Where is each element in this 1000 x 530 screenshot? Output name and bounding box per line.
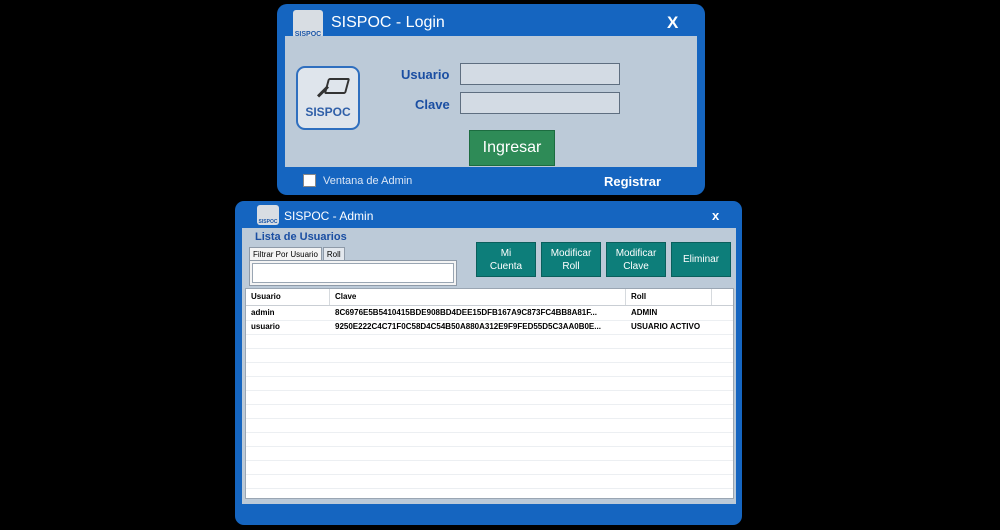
users-table[interactable]: Usuario Clave Roll admin 8C6976E5B541041… bbox=[245, 288, 734, 499]
table-row[interactable]: admin 8C6976E5B5410415BDE908BD4DEE15DFB1… bbox=[246, 306, 733, 321]
modificar-clave-button[interactable]: Modificar Clave bbox=[606, 242, 666, 277]
ventana-admin-checkbox-row[interactable]: Ventana de Admin bbox=[303, 174, 412, 187]
clave-input[interactable] bbox=[460, 92, 620, 114]
clave-label: Clave bbox=[415, 97, 450, 112]
cell-clave: 8C6976E5B5410415BDE908BD4DEE15DFB167A9C8… bbox=[335, 308, 597, 317]
table-row[interactable]: usuario 9250E222C4C71F0C58D4C54B50A880A3… bbox=[246, 320, 733, 335]
login-titlebar[interactable]: SISPOC SISPOC - Login X bbox=[277, 4, 705, 38]
empty-row bbox=[246, 418, 733, 433]
registrar-link[interactable]: Registrar bbox=[604, 174, 661, 189]
admin-body: Lista de Usuarios Filtrar Por Usuario Ro… bbox=[242, 228, 736, 504]
table-header: Usuario Clave Roll bbox=[246, 289, 733, 306]
ingresar-button[interactable]: Ingresar bbox=[469, 130, 555, 166]
close-button[interactable]: x bbox=[712, 208, 719, 223]
login-title: SISPOC - Login bbox=[331, 14, 445, 31]
empty-row bbox=[246, 460, 733, 475]
empty-row bbox=[246, 474, 733, 489]
login-window: SISPOC SISPOC - Login X SISPOC Usuario C… bbox=[273, 0, 709, 197]
ventana-admin-label: Ventana de Admin bbox=[323, 174, 413, 187]
usuario-label: Usuario bbox=[401, 67, 450, 82]
cell-usuario: usuario bbox=[251, 322, 280, 331]
empty-row bbox=[246, 362, 733, 377]
column-header-roll[interactable]: Roll bbox=[626, 289, 712, 305]
empty-row bbox=[246, 432, 733, 447]
login-body: SISPOC Usuario Clave Ingresar bbox=[285, 36, 697, 167]
filter-input[interactable] bbox=[252, 263, 454, 283]
sispoc-logo-icon: SISPOC bbox=[257, 205, 279, 225]
ventana-admin-checkbox[interactable] bbox=[303, 174, 316, 187]
cell-usuario: admin bbox=[251, 308, 275, 317]
admin-title: SISPOC - Admin bbox=[284, 209, 374, 223]
eliminar-button[interactable]: Eliminar bbox=[671, 242, 731, 277]
cell-clave: 9250E222C4C71F0C58D4C54B50A880A312E9F9FE… bbox=[335, 322, 601, 331]
close-button[interactable]: X bbox=[667, 13, 678, 33]
login-frame: SISPOC SISPOC - Login X SISPOC Usuario C… bbox=[277, 4, 705, 195]
empty-row bbox=[246, 390, 733, 405]
modificar-roll-button[interactable]: Modificar Roll bbox=[541, 242, 601, 277]
mi-cuenta-button[interactable]: Mi Cuenta bbox=[476, 242, 536, 277]
admin-bottom-bar bbox=[242, 504, 736, 520]
empty-row bbox=[246, 446, 733, 461]
empty-row bbox=[246, 334, 733, 349]
empty-row bbox=[246, 376, 733, 391]
column-header-usuario[interactable]: Usuario bbox=[246, 289, 330, 305]
empty-row bbox=[246, 348, 733, 363]
cell-roll: USUARIO ACTIVO bbox=[631, 322, 701, 331]
empty-row bbox=[246, 404, 733, 419]
sispoc-logo-icon: SISPOC bbox=[293, 10, 323, 38]
empty-row bbox=[246, 488, 733, 498]
cell-roll: ADMIN bbox=[631, 308, 658, 317]
sispoc-logo: SISPOC bbox=[296, 66, 360, 130]
filter-panel bbox=[249, 260, 457, 286]
usuario-input[interactable] bbox=[460, 63, 620, 85]
lista-usuarios-title: Lista de Usuarios bbox=[255, 231, 347, 243]
column-header-clave[interactable]: Clave bbox=[330, 289, 626, 305]
admin-window: SISPOC SISPOC - Admin x Lista de Usuario… bbox=[235, 201, 742, 525]
logo-text: SISPOC bbox=[305, 105, 351, 119]
